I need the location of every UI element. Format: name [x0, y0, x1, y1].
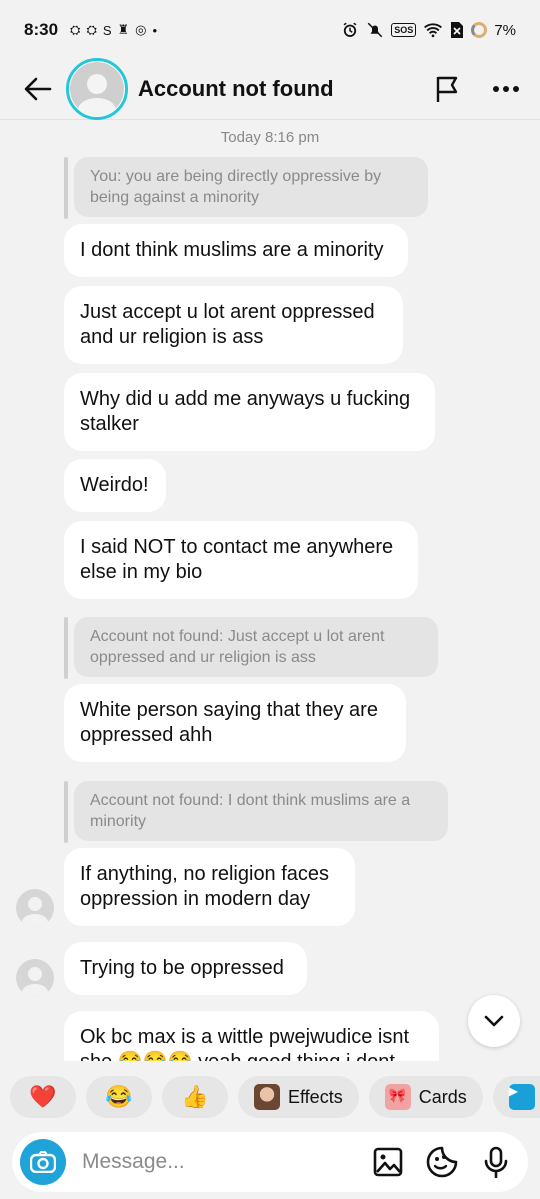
message-bubble[interactable]: Trying to be oppressed [64, 942, 307, 995]
reply-indicator [64, 781, 68, 843]
quoted-message[interactable]: You: you are being directly oppressive b… [74, 157, 428, 217]
camera-button[interactable] [20, 1139, 66, 1185]
status-time: 8:30 [24, 20, 59, 39]
status-right: SOS 7% [341, 21, 516, 39]
effects-icon [254, 1084, 280, 1110]
cards-label: Cards [418, 1086, 467, 1107]
mute-icon [368, 22, 383, 38]
play-icon: ▶ [508, 1084, 535, 1110]
message-bubble[interactable]: Why did u add me anyways u fucking stalk… [64, 373, 435, 451]
discord-icon: ⛭ [86, 22, 97, 37]
message-bubble[interactable]: Just accept u lot arent oppressed and ur… [64, 286, 403, 364]
effects-label: Effects [288, 1086, 343, 1107]
scroll-to-bottom-button[interactable] [468, 995, 520, 1047]
message-bubble[interactable]: If anything, no religion faces oppressio… [64, 848, 355, 926]
no-sim-icon [451, 22, 464, 38]
alarm-icon [343, 22, 357, 37]
quick-reaction-heart[interactable]: ❤️ [10, 1076, 76, 1118]
instagram-icon: ◎ [135, 22, 147, 37]
gallery-button[interactable] [372, 1146, 404, 1178]
camera-icon [30, 1151, 56, 1173]
cards-icon [384, 1084, 411, 1110]
wifi-icon [424, 23, 443, 38]
quoted-message[interactable]: Account not found: Just accept u lot are… [74, 617, 438, 677]
back-arrow-icon [24, 77, 52, 100]
message-composer [12, 1132, 528, 1192]
mosque-icon: ♜ [117, 22, 130, 37]
message-bubble[interactable]: Ok bc max is a wittle pwejwudice isnt sh… [64, 1011, 439, 1061]
notification-icons: ⛭ ⛭ S ♜ ◎ • [70, 22, 157, 38]
chat-title[interactable]: Account not found [138, 76, 334, 102]
more-options-button[interactable] [490, 73, 522, 105]
chevron-down-icon [484, 1015, 504, 1027]
microphone-icon [484, 1146, 508, 1178]
sos-badge: SOS [391, 23, 417, 37]
quick-reply-bar: ❤️ 😂 👍 Effects Cards ▶ S [10, 1076, 540, 1118]
quick-reaction-laugh[interactable]: 😂 [86, 1076, 152, 1118]
chat-header: Account not found [0, 57, 540, 120]
s-app-icon: S [102, 22, 112, 38]
image-icon [373, 1147, 403, 1177]
battery-level: 7% [494, 21, 516, 39]
report-button[interactable] [432, 73, 464, 105]
quick-reaction-thumbs-up[interactable]: 👍 [162, 1076, 228, 1118]
dot-icon: • [152, 22, 158, 38]
sender-avatar-icon[interactable] [16, 959, 54, 997]
message-thread[interactable]: Today 8:16 pm You: you are being directl… [0, 121, 540, 1061]
battery-icon [471, 22, 488, 38]
message-input[interactable] [82, 1150, 362, 1174]
composer-actions [372, 1146, 520, 1178]
back-button[interactable] [18, 69, 58, 109]
reply-indicator [64, 617, 68, 679]
default-avatar-icon [70, 61, 124, 116]
cards-button[interactable]: Cards [368, 1076, 483, 1118]
sticker-button[interactable] [426, 1146, 458, 1178]
status-bar: 8:30 ⛭ ⛭ S ♜ ◎ • SOS 7% [0, 0, 540, 60]
message-bubble[interactable]: White person saying that they are oppres… [64, 684, 406, 762]
quoted-message[interactable]: Account not found: I dont think muslims … [74, 781, 448, 841]
voice-message-button[interactable] [480, 1146, 512, 1178]
s-app-button[interactable]: ▶ S [492, 1076, 540, 1118]
more-icon [493, 85, 519, 92]
message-bubble[interactable]: I dont think muslims are a minority [64, 224, 408, 277]
effects-button[interactable]: Effects [238, 1076, 359, 1118]
profile-avatar[interactable] [66, 57, 128, 120]
header-actions [432, 73, 522, 105]
reply-indicator [64, 157, 68, 219]
sticker-icon [426, 1146, 458, 1178]
message-bubble[interactable]: Weirdo! [64, 459, 166, 512]
sender-avatar-icon[interactable] [16, 889, 54, 927]
message-bubble[interactable]: I said NOT to contact me anywhere else i… [64, 521, 418, 599]
message-timestamp: Today 8:16 pm [220, 129, 320, 146]
discord-icon: ⛭ [70, 22, 81, 37]
flag-icon [436, 76, 458, 102]
